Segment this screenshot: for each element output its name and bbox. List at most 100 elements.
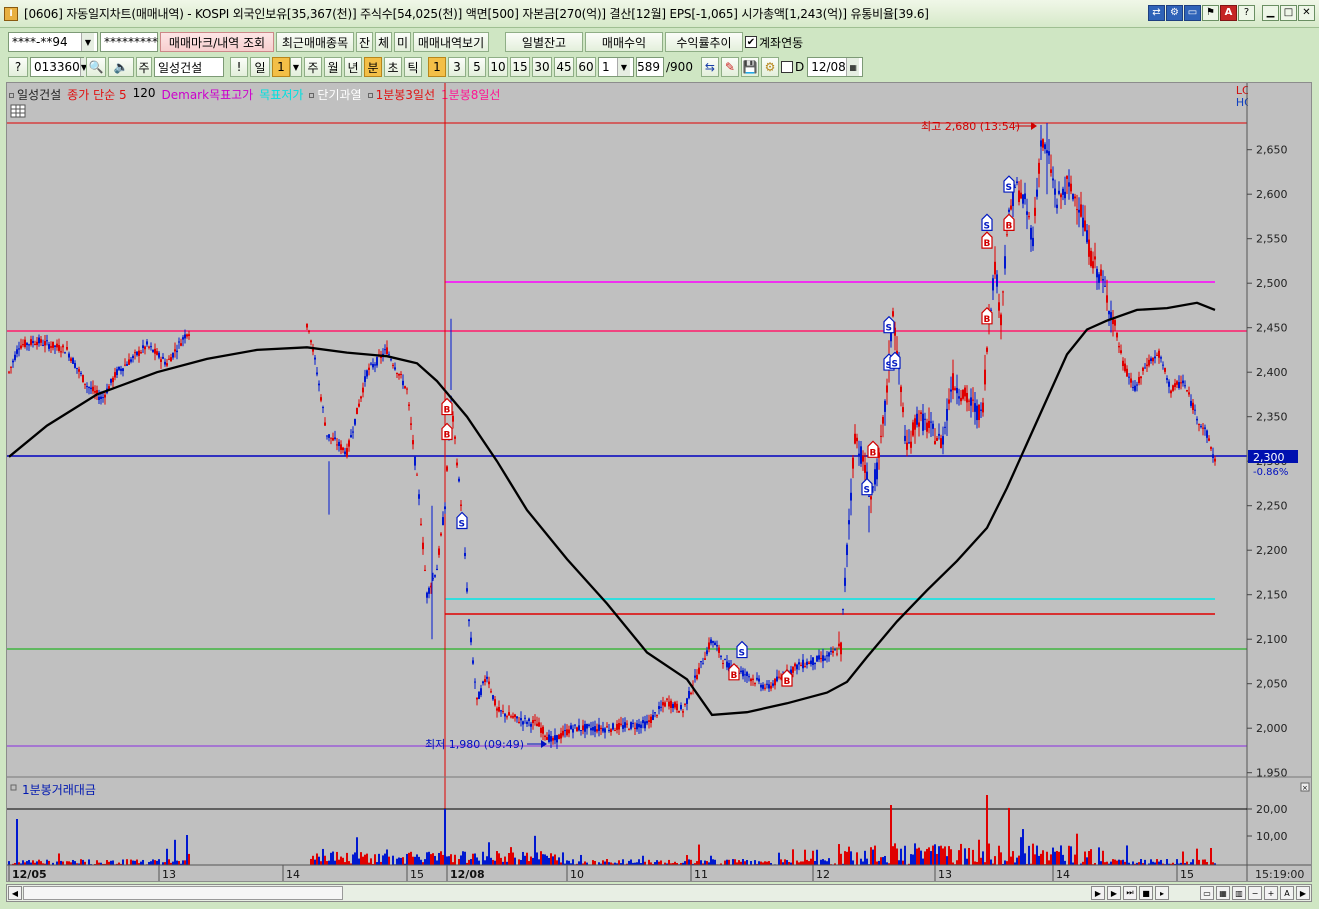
maximize-icon[interactable]: □ [1280, 5, 1297, 21]
candle-body [694, 675, 696, 678]
zoom-out-icon[interactable]: − [1248, 886, 1262, 900]
candle-body [170, 357, 172, 362]
period-day-button[interactable]: 일 [250, 57, 270, 77]
volume-bar [562, 852, 564, 865]
zoom-in-icon[interactable]: + [1264, 886, 1278, 900]
period-tick-button[interactable]: 틱 [404, 57, 422, 77]
scroll-right-icon[interactable]: ▶ [1091, 886, 1105, 900]
candle-body [1104, 285, 1106, 287]
candle-body [718, 647, 720, 653]
layout-icon[interactable]: ▦ [1216, 886, 1230, 900]
candle-body [682, 711, 684, 713]
flag-icon[interactable]: ⚑ [1202, 5, 1219, 21]
candle-body [518, 721, 520, 723]
step-icon[interactable]: ▸ [1155, 886, 1169, 900]
scroll-thumb[interactable] [23, 886, 343, 900]
unfilled-button[interactable]: 미 [394, 32, 411, 52]
password-field[interactable]: ********* [100, 32, 158, 52]
period-second-button[interactable]: 초 [384, 57, 402, 77]
gear-icon[interactable]: ⚙ [760, 57, 779, 77]
scale-icon[interactable]: ▭ [1200, 886, 1214, 900]
d-checkbox[interactable] [780, 61, 793, 73]
account-select[interactable]: ****-**94 ▼ [8, 32, 98, 52]
stock-type-icon[interactable]: 주 [136, 57, 152, 77]
fast-forward-icon[interactable]: ⏭ [1123, 886, 1137, 900]
save-icon[interactable]: 💾 [740, 57, 759, 77]
stop-icon[interactable]: ■ [1139, 886, 1153, 900]
chart-panel[interactable]: 일성건설 종가 단순 5 120 Demark목표고가 목표저가 단기과열 1분… [6, 82, 1312, 882]
next-icon[interactable]: ▶ [1107, 886, 1121, 900]
account-link-checkbox[interactable]: ✔ [745, 36, 757, 48]
period-month-button[interactable]: 월 [324, 57, 342, 77]
chevron-down-icon[interactable]: ▼ [81, 33, 94, 51]
minute-3-button[interactable]: 3 [448, 57, 466, 77]
stock-name-field[interactable]: 일성건설 [154, 57, 224, 77]
minute-45-button[interactable]: 45 [554, 57, 574, 77]
period-year-button[interactable]: 년 [344, 57, 362, 77]
help-icon[interactable]: ? [1238, 5, 1255, 21]
period-num-value[interactable]: 1 [272, 57, 290, 77]
minute-5-button[interactable]: 5 [468, 57, 486, 77]
period-minute-button[interactable]: 분 [364, 57, 382, 77]
font-icon[interactable]: A [1220, 5, 1237, 21]
chart-tool-icon[interactable]: ✎ [720, 57, 739, 77]
candle-body [564, 730, 566, 732]
trade-mark-button[interactable]: 매매마크/내역 조회 [160, 32, 274, 52]
volume-bar [1126, 845, 1128, 865]
candle-body [44, 341, 46, 346]
minute-15-button[interactable]: 15 [510, 57, 530, 77]
trade-profit-button[interactable]: 매매수익 [585, 32, 663, 52]
chevron-down-icon[interactable]: ▼ [290, 57, 302, 77]
volume-bar [150, 861, 152, 865]
volume-bar [994, 856, 996, 865]
period-week-button[interactable]: 주 [304, 57, 322, 77]
candle-body [822, 655, 824, 662]
alert-icon[interactable]: ! [230, 57, 248, 77]
settings-icon[interactable]: ⚙ [1166, 5, 1183, 21]
volume-bar [356, 837, 358, 865]
search-icon[interactable]: 🔍 [86, 57, 106, 77]
scroll-left-icon[interactable]: ◀ [8, 886, 22, 900]
svg-text:×[interactable]: × [1302, 784, 1308, 792]
daily-balance-button[interactable]: 일별잔고 [505, 32, 583, 52]
minute-10-button[interactable]: 10 [488, 57, 508, 77]
volume-bar [998, 845, 1000, 865]
return-trend-button[interactable]: 수익률추이 [665, 32, 743, 52]
candle-body [324, 422, 326, 426]
code-search-icon[interactable]: ? [8, 57, 28, 77]
volume-bar [326, 861, 328, 865]
minute-60-button[interactable]: 60 [576, 57, 596, 77]
link-icon[interactable]: ⇄ [1148, 5, 1165, 21]
screen-icon[interactable]: ▭ [1184, 5, 1201, 21]
speaker-icon[interactable]: 🔈 [108, 57, 134, 77]
minimize-icon[interactable]: ▁ [1262, 5, 1279, 21]
x-tick-label: 15 [410, 868, 424, 881]
chevron-down-icon[interactable]: ▼ [617, 58, 630, 76]
font-size-icon[interactable]: A [1280, 886, 1294, 900]
balance-button[interactable]: 잔 [356, 32, 373, 52]
candle-body [772, 683, 774, 686]
candle-body [542, 726, 544, 734]
calendar-icon[interactable]: ▦ [846, 58, 860, 76]
view-history-button[interactable]: 매매내역보기 [413, 32, 489, 52]
chart-scrollbar[interactable]: ◀ ▶ ▶ ⏭ ■ ▸ ▭ ▦ ▥ − + A ▶ [6, 884, 1312, 902]
grid-toggle-icon[interactable] [10, 104, 26, 118]
minute-30-button[interactable]: 30 [532, 57, 552, 77]
date-field[interactable]: 12/08 ▦ [807, 57, 864, 77]
candle-body [608, 730, 610, 732]
candle-body [1166, 378, 1168, 380]
volume-bar [1114, 859, 1116, 865]
close-icon[interactable]: ✕ [1298, 5, 1315, 21]
count-field[interactable]: 589 [636, 57, 664, 77]
scroll-track[interactable] [343, 886, 1090, 900]
filled-button[interactable]: 체 [375, 32, 392, 52]
price-chart[interactable]: 2,650 2,600 2,550 2,500 2,450 2,400 2,350 2,300… [7, 83, 1311, 881]
swap-icon[interactable]: ⇆ [700, 57, 719, 77]
stock-code-select[interactable]: 013360 ▼ [30, 57, 87, 77]
layout2-icon[interactable]: ▥ [1232, 886, 1246, 900]
interval-select[interactable]: 1 ▼ [598, 57, 634, 77]
minute-1-button[interactable]: 1 [428, 57, 446, 77]
recent-trades-button[interactable]: 최근매매종목 [276, 32, 354, 52]
scroll-end-icon[interactable]: ▶ [1296, 886, 1310, 900]
candle-body [568, 729, 570, 734]
